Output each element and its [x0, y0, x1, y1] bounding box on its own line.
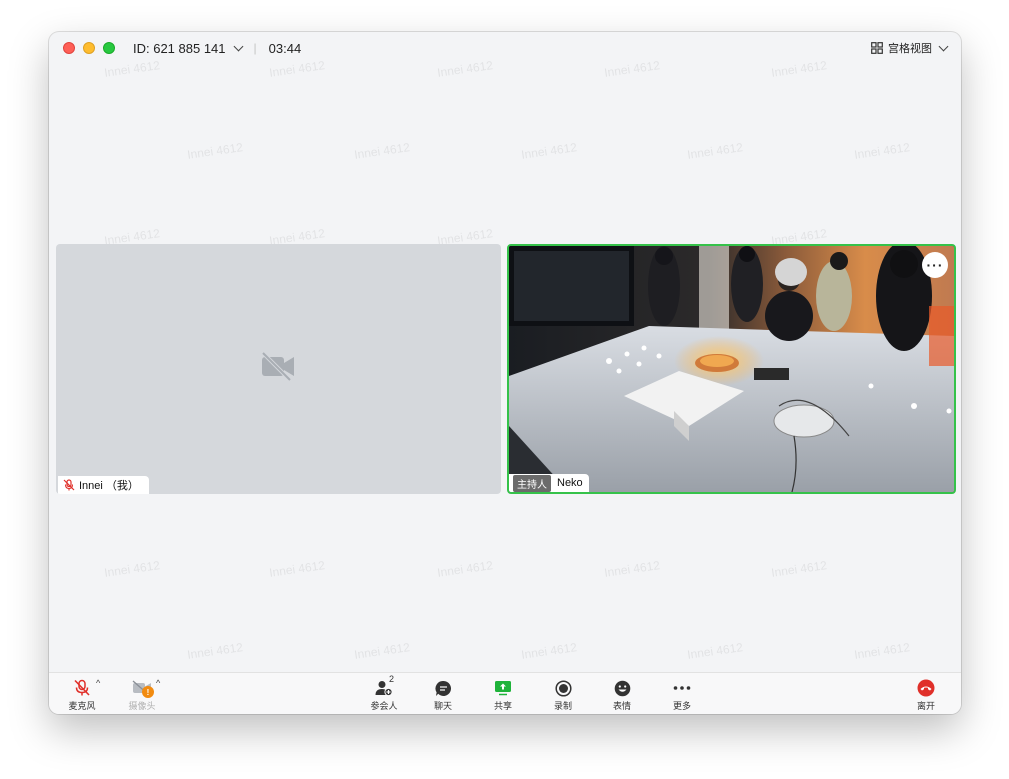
record-label: 录制	[553, 701, 572, 711]
more-label: 更多	[672, 701, 691, 711]
watermark: Innei 4612	[268, 558, 326, 580]
window-controls	[63, 42, 115, 54]
title-divider: |	[253, 41, 257, 55]
leave-phone-icon	[917, 679, 935, 697]
leave-label: 离开	[916, 701, 935, 711]
mic-label: 麦克风	[68, 701, 96, 711]
chat-label: 聊天	[433, 701, 452, 711]
more-dots-icon	[673, 686, 691, 690]
share-screen-icon	[495, 681, 511, 696]
emoji-icon	[614, 680, 630, 696]
camera-off-icon	[261, 351, 294, 381]
meeting-window: ID: 621 885 141 | 03:44 宫格视图 Innei 4612 …	[49, 32, 961, 714]
meeting-id-text: ID: 621 885 141	[133, 40, 226, 56]
title-bar: ID: 621 885 141 | 03:44 宫格视图	[49, 32, 961, 64]
mic-muted-icon	[63, 479, 75, 491]
view-switch-dropdown[interactable]: 宫格视图	[871, 40, 949, 56]
host-tile-more-button[interactable]: ···	[922, 252, 948, 278]
reactions-label: 表情	[612, 701, 631, 711]
host-name-tag: 主持人 Neko	[509, 474, 589, 492]
camera-options-caret-icon[interactable]: ^	[156, 678, 160, 688]
self-name-tag: Innei （我）	[58, 476, 149, 494]
view-switch-label: 宫格视图	[888, 43, 932, 55]
camera-warning-badge: !	[142, 686, 154, 698]
close-window-button[interactable]	[63, 42, 75, 54]
watermark: Innei 4612	[103, 558, 161, 580]
camera-label: 摄像头	[128, 701, 156, 711]
watermark: Innei 4612	[770, 558, 828, 580]
more-button[interactable]: 更多	[657, 678, 707, 712]
watermark: Innei 4612	[186, 640, 244, 662]
zoom-window-button[interactable]	[103, 42, 115, 54]
share-label: 共享	[493, 701, 512, 711]
mic-options-caret-icon[interactable]: ^	[96, 678, 100, 688]
host-name: Neko	[557, 477, 583, 489]
meeting-toolbar: 麦克风 ^ ! 摄像头 ^ 2 参会人 聊天 共享 录制 表情 更多 离开	[49, 672, 961, 714]
host-badge: 主持人	[513, 474, 551, 492]
host-video-tile[interactable]: ··· 主持人 Neko	[507, 244, 956, 494]
reactions-button[interactable]: 表情	[597, 678, 647, 712]
mic-muted-icon	[74, 679, 90, 696]
participants-label: 参会人	[370, 701, 398, 711]
share-button[interactable]: 共享	[478, 678, 528, 712]
minimize-window-button[interactable]	[83, 42, 95, 54]
chevron-down-icon	[233, 41, 243, 51]
watermark: Innei 4612	[603, 558, 661, 580]
self-name: Innei （我）	[79, 480, 139, 492]
watermark: Innei 4612	[520, 640, 578, 662]
watermark: Innei 4612	[853, 640, 911, 662]
watermark: Innei 4612	[686, 640, 744, 662]
host-video-feed	[509, 246, 954, 492]
watermark: Innei 4612	[436, 558, 494, 580]
record-icon	[554, 679, 572, 697]
watermark: Innei 4612	[520, 140, 578, 162]
watermark: Innei 4612	[186, 140, 244, 162]
watermark: Innei 4612	[353, 640, 411, 662]
watermark: Innei 4612	[353, 140, 411, 162]
meeting-timer: 03:44	[268, 40, 302, 56]
self-video-tile[interactable]: Innei （我）	[56, 244, 501, 494]
watermark: Innei 4612	[853, 140, 911, 162]
grid-view-icon	[871, 42, 883, 54]
watermark: Innei 4612	[686, 140, 744, 162]
record-button[interactable]: 录制	[538, 678, 588, 712]
chat-button[interactable]: 聊天	[418, 678, 468, 712]
chevron-down-icon	[938, 41, 949, 51]
meeting-id-dropdown[interactable]: ID: 621 885 141	[133, 40, 243, 56]
chat-icon	[434, 680, 451, 696]
participants-count: 2	[389, 674, 395, 684]
leave-button[interactable]: 离开	[901, 678, 951, 712]
participants-button[interactable]: 2 参会人	[359, 674, 409, 712]
